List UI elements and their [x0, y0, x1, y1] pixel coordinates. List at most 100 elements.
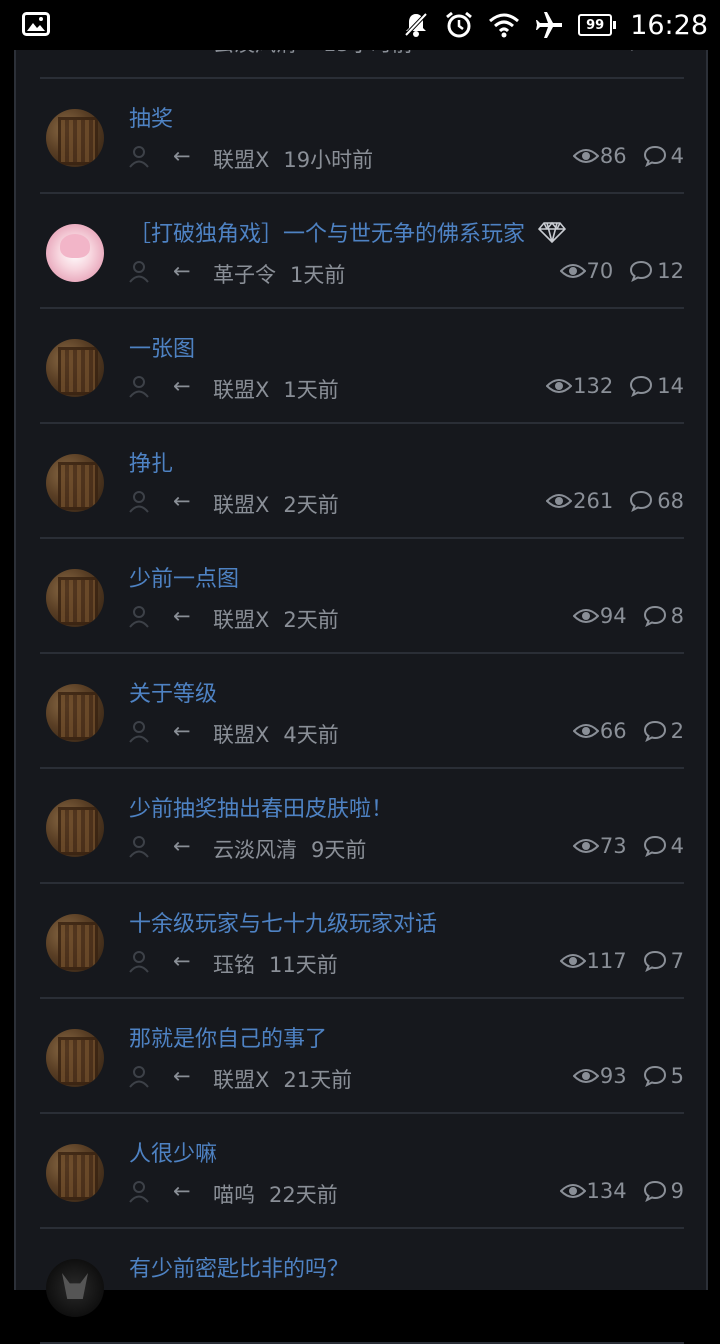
post-meta: ← 联盟X 19小时前 86 4 [129, 144, 684, 174]
avatar[interactable] [46, 1144, 104, 1202]
post-time: 1天前 [290, 263, 346, 287]
reply-arrow: ← [173, 949, 191, 973]
post-time: 19小时前 [283, 148, 374, 172]
avatar[interactable] [46, 1259, 104, 1317]
post-time: 2天前 [283, 608, 339, 632]
avatar[interactable] [46, 1029, 104, 1087]
reply-arrow: ← [173, 834, 191, 858]
comments-count: 9 [670, 1179, 684, 1203]
list-item[interactable]: 少前抽奖抽出春田皮肤啦！ ← 云淡风清 9天前 73 4 [40, 769, 684, 884]
list-item[interactable]: 少前一点图 ← 联盟X 2天前 94 8 [40, 539, 684, 654]
reply-arrow: ← [173, 1179, 191, 1203]
person-icon [129, 261, 149, 288]
avatar[interactable] [46, 224, 104, 282]
list-item[interactable]: 抽奖 ← 联盟X 19小时前 86 4 [40, 79, 684, 194]
avatar[interactable] [46, 454, 104, 512]
post-title[interactable]: 一张图 [129, 331, 195, 363]
avatar[interactable] [46, 914, 104, 972]
person-icon [129, 491, 149, 518]
post-meta: ← 珏铭 11天前 117 7 [129, 949, 684, 979]
avatar[interactable] [46, 339, 104, 397]
post-title[interactable]: 少前一点图 [129, 561, 239, 593]
post-title[interactable]: 有少前密匙比非的吗？ [129, 1251, 349, 1283]
clock: 16:28 [630, 9, 708, 41]
views-count: 93 [599, 1064, 627, 1088]
comments-count: 14 [657, 374, 684, 398]
post-author[interactable]: 喵呜 [213, 1179, 255, 1209]
person-icon [129, 836, 149, 863]
views-icon [546, 492, 573, 510]
reply-arrow: ← [173, 489, 191, 513]
person-icon [129, 1181, 149, 1208]
post-title-text: ［打破独角戏］一个与世无争的佛系玩家 [129, 222, 526, 247]
views-count: 117 [586, 949, 627, 973]
views-count: 70 [586, 259, 614, 283]
post-author[interactable]: 云淡风清 [213, 834, 297, 864]
post-title[interactable]: 少前抽奖抽出春田皮肤啦！ [129, 791, 393, 823]
post-title-text: 一张图 [129, 337, 196, 362]
comments-icon [643, 605, 667, 627]
list-item[interactable]: 一张图 ← 联盟X 1天前 132 14 [40, 309, 684, 424]
battery-icon: 99 [578, 14, 617, 36]
comments-count: 4 [670, 834, 684, 858]
views-icon [572, 722, 599, 740]
post-author[interactable]: 联盟X [213, 1064, 269, 1094]
views-count: 261 [573, 489, 614, 513]
comments-icon [629, 490, 653, 512]
post-author[interactable]: 珏铭 [213, 949, 255, 979]
comments-count: 2 [670, 719, 684, 743]
diamond-badge-icon [537, 221, 567, 249]
airplane-mode-icon [534, 10, 564, 40]
views-icon [572, 1067, 599, 1085]
post-author[interactable]: 联盟X [213, 374, 269, 404]
avatar[interactable] [46, 799, 104, 857]
list-item[interactable]: ［打破独角戏］一个与世无争的佛系玩家 ← 革子令 1天前 70 12 [40, 194, 684, 309]
list-item[interactable]: 那就是你自己的事了 ← 联盟X 21天前 93 5 [40, 999, 684, 1114]
post-meta: ← 联盟X 21天前 93 5 [129, 1064, 684, 1094]
views-icon [559, 262, 586, 280]
post-author[interactable]: 联盟X [213, 719, 269, 749]
comments-count: 5 [670, 1064, 684, 1088]
list-item[interactable]: 有少前密匙比非的吗？ [40, 1229, 684, 1344]
avatar[interactable] [46, 684, 104, 742]
post-time: 9天前 [311, 838, 367, 862]
post-time: 11天前 [269, 953, 338, 977]
person-icon [129, 376, 149, 403]
post-time: 2天前 [283, 493, 339, 517]
list-item[interactable]: 挣扎 ← 联盟X 2天前 261 68 [40, 424, 684, 539]
comments-icon [643, 1065, 667, 1087]
comments-icon [643, 835, 667, 857]
reply-arrow: ← [173, 144, 191, 168]
list-item[interactable]: 人很少嘛 ← 喵呜 22天前 134 9 [40, 1114, 684, 1229]
post-title-text: 少前抽奖抽出春田皮肤啦！ [129, 797, 394, 822]
comments-icon [643, 1180, 667, 1202]
person-icon [129, 721, 149, 748]
list-item[interactable]: 十余级玩家与七十九级玩家对话 ← 珏铭 11天前 117 7 [40, 884, 684, 999]
post-time: 22天前 [269, 1183, 338, 1207]
comments-icon [629, 375, 653, 397]
avatar[interactable] [46, 109, 104, 167]
post-title[interactable]: 那就是你自己的事了 [129, 1021, 327, 1053]
views-count: 73 [599, 834, 627, 858]
reply-arrow: ← [173, 259, 191, 283]
comments-icon [629, 260, 653, 282]
list-item[interactable]: 关于等级 ← 联盟X 4天前 66 2 [40, 654, 684, 769]
post-title[interactable]: 人很少嘛 [129, 1136, 217, 1168]
views-count: 134 [586, 1179, 627, 1203]
post-title[interactable]: 挣扎 [129, 446, 173, 478]
post-title[interactable]: 十余级玩家与七十九级玩家对话 [129, 906, 437, 938]
wifi-icon [488, 12, 520, 38]
post-title[interactable]: 抽奖 [129, 101, 173, 133]
status-bar: 99 16:28 [0, 0, 720, 50]
post-title[interactable]: ［打破独角戏］一个与世无争的佛系玩家 [129, 216, 567, 249]
post-author[interactable]: 联盟X [213, 489, 269, 519]
avatar[interactable] [46, 569, 104, 627]
post-time: 4天前 [283, 723, 339, 747]
views-icon [572, 607, 599, 625]
views-count: 132 [573, 374, 614, 398]
post-author[interactable]: 联盟X [213, 604, 269, 634]
post-meta: ← 革子令 1天前 70 12 [129, 259, 684, 289]
post-author[interactable]: 革子令 [213, 259, 276, 289]
post-title[interactable]: 关于等级 [129, 676, 217, 708]
post-author[interactable]: 联盟X [213, 144, 269, 174]
